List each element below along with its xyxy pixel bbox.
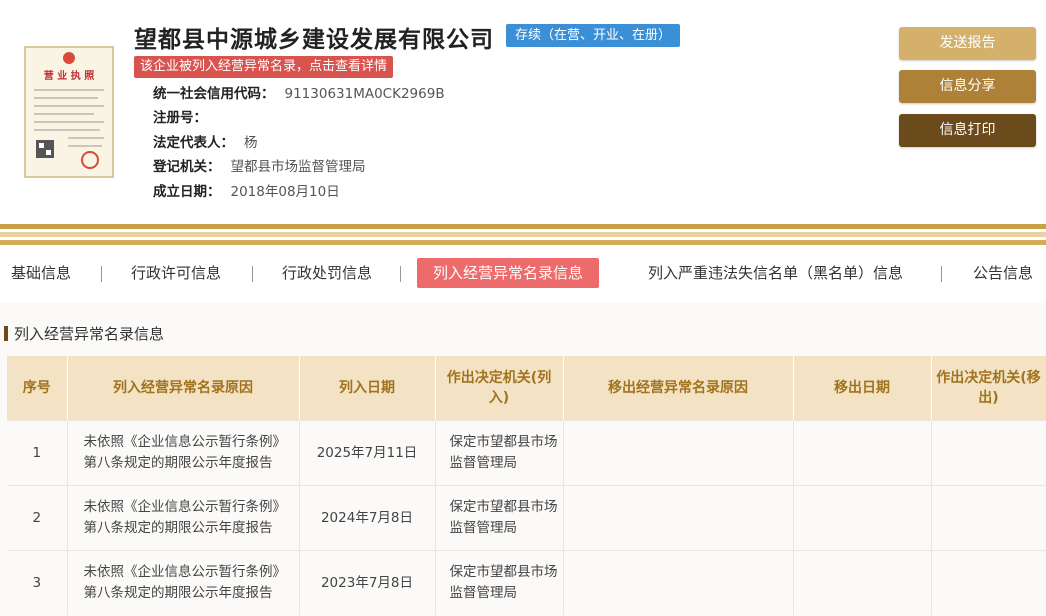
tab-divider xyxy=(101,266,102,282)
section-title-text: 列入经营异常名录信息 xyxy=(14,325,165,343)
status-badge: 存续（在营、开业、在册） xyxy=(506,24,681,47)
row-remove-date xyxy=(793,420,932,486)
reg-no-label: 注册号： xyxy=(153,110,207,126)
legal-rep-value: 杨 xyxy=(244,135,258,151)
business-license-image[interactable]: 营 业 执 照 xyxy=(24,46,114,178)
tab-admin-license[interactable]: 行政许可信息 xyxy=(131,256,221,290)
row-no: 3 xyxy=(7,550,68,615)
column-header-reason: 列入经营异常名录原因 xyxy=(67,356,300,421)
row-date: 2024年7月8日 xyxy=(299,485,436,551)
section-title: 列入经营异常名录信息 xyxy=(4,325,164,343)
tab-abnormal-list[interactable]: 列入经营异常名录信息 xyxy=(417,258,600,288)
column-header-authority: 作出决定机关(列入) xyxy=(435,356,564,421)
credit-code-value: 91130631MA0CK2969B xyxy=(284,86,445,102)
established-row: 成立日期： 2018年08月10日 xyxy=(153,182,340,202)
column-header-remove-date: 移出日期 xyxy=(793,356,932,421)
row-remove-reason xyxy=(563,485,794,551)
table-header-row: 序号 列入经营异常名录原因 列入日期 作出决定机关(列入) 移出经营异常名录原因… xyxy=(7,356,1046,421)
tab-blacklist[interactable]: 列入严重违法失信名单（黑名单）信息 xyxy=(648,256,903,290)
license-title: 营 业 执 照 xyxy=(44,69,94,82)
divider-bar xyxy=(0,240,1046,245)
share-info-button[interactable]: 信息分享 xyxy=(899,70,1036,103)
table-row: 2 未依照《企业信息公示暂行条例》第八条规定的期限公示年度报告 2024年7月8… xyxy=(7,485,1046,551)
row-authority: 保定市望都县市场监督管理局 xyxy=(435,550,564,615)
row-reason: 未依照《企业信息公示暂行条例》第八条规定的期限公示年度报告 xyxy=(67,485,300,551)
table-row: 1 未依照《企业信息公示暂行条例》第八条规定的期限公示年度报告 2025年7月1… xyxy=(7,420,1046,486)
established-value: 2018年08月10日 xyxy=(230,184,340,200)
section-marker xyxy=(4,326,8,341)
row-reason: 未依照《企业信息公示暂行条例》第八条规定的期限公示年度报告 xyxy=(67,420,300,486)
send-report-button[interactable]: 发送报告 xyxy=(899,27,1036,60)
abnormal-list-table: 序号 列入经营异常名录原因 列入日期 作出决定机关(列入) 移出经营异常名录原因… xyxy=(7,356,1046,615)
row-date: 2023年7月8日 xyxy=(299,550,436,615)
row-remove-reason xyxy=(563,420,794,486)
row-authority: 保定市望都县市场监督管理局 xyxy=(435,485,564,551)
print-info-button[interactable]: 信息打印 xyxy=(899,114,1036,147)
row-remove-authority xyxy=(931,550,1046,615)
abnormal-list-alert-link[interactable]: 该企业被列入经营异常名录，点击查看详情 xyxy=(134,56,394,78)
column-header-remove-authority: 作出决定机关(移出) xyxy=(931,356,1046,421)
column-header-remove-reason: 移出经营异常名录原因 xyxy=(563,356,794,421)
legal-rep-label: 法定代表人： xyxy=(153,135,234,151)
info-tabs: 基础信息 行政许可信息 行政处罚信息 列入经营异常名录信息 列入严重违法失信名单… xyxy=(0,256,1046,292)
tab-announcements[interactable]: 公告信息 xyxy=(973,256,1033,290)
row-no: 2 xyxy=(7,485,68,551)
row-reason: 未依照《企业信息公示暂行条例》第八条规定的期限公示年度报告 xyxy=(67,550,300,615)
tab-divider xyxy=(941,266,942,282)
column-header-date: 列入日期 xyxy=(299,356,436,421)
authority-row: 登记机关： 望都县市场监督管理局 xyxy=(153,157,366,177)
row-remove-reason xyxy=(563,550,794,615)
business-license-thumbnail: 营 业 执 照 xyxy=(24,46,114,178)
credit-code-label: 统一社会信用代码： xyxy=(153,86,275,102)
divider-bar xyxy=(0,232,1046,237)
row-remove-authority xyxy=(931,485,1046,551)
tab-divider xyxy=(252,266,253,282)
authority-value: 望都县市场监督管理局 xyxy=(230,159,366,175)
row-authority: 保定市望都县市场监督管理局 xyxy=(435,420,564,486)
tab-divider xyxy=(400,266,401,282)
row-remove-date xyxy=(793,485,932,551)
company-name: 望都县中源城乡建设发展有限公司 xyxy=(134,27,494,53)
authority-label: 登记机关： xyxy=(153,159,221,175)
column-header-no: 序号 xyxy=(7,356,68,421)
tab-admin-penalty[interactable]: 行政处罚信息 xyxy=(282,256,372,290)
row-no: 1 xyxy=(7,420,68,486)
reg-no-row: 注册号： xyxy=(153,108,217,128)
credit-code-row: 统一社会信用代码： 91130631MA0CK2969B xyxy=(153,84,445,104)
row-remove-date xyxy=(793,550,932,615)
row-date: 2025年7月11日 xyxy=(299,420,436,486)
table-row: 3 未依照《企业信息公示暂行条例》第八条规定的期限公示年度报告 2023年7月8… xyxy=(7,550,1046,615)
divider-bar xyxy=(0,224,1046,229)
legal-rep-row: 法定代表人： 杨 xyxy=(153,133,258,153)
row-remove-authority xyxy=(931,420,1046,486)
tab-basic-info[interactable]: 基础信息 xyxy=(11,256,71,290)
established-label: 成立日期： xyxy=(153,184,221,200)
